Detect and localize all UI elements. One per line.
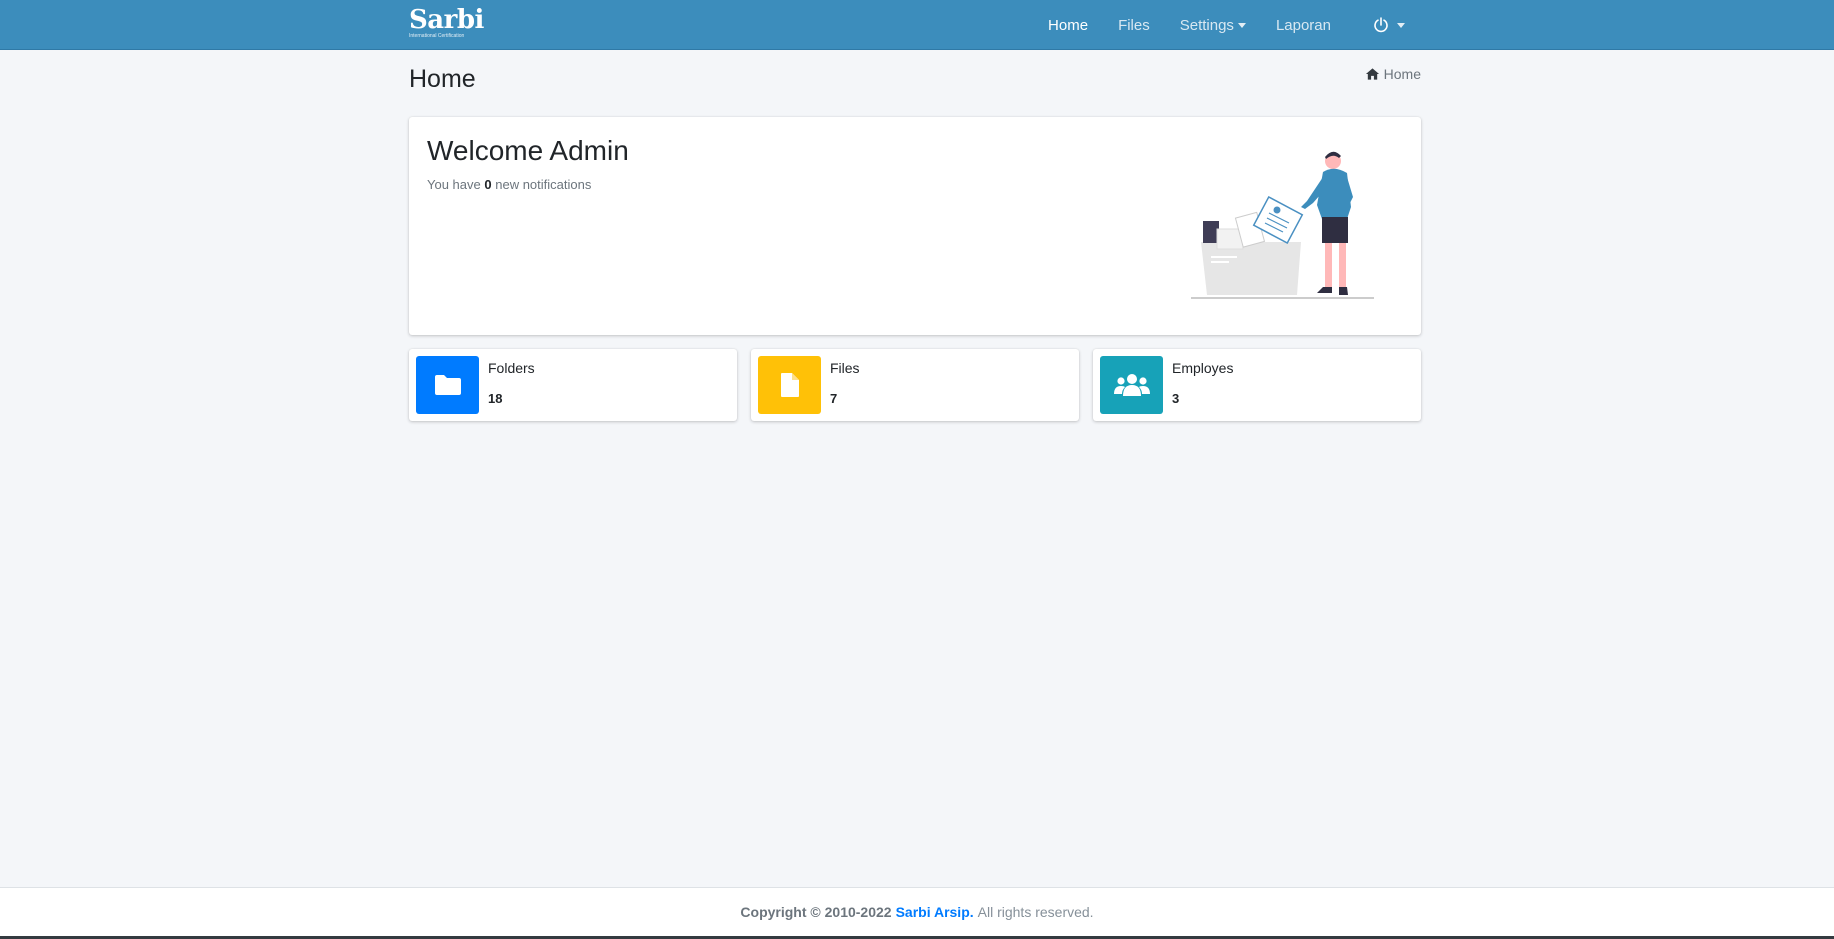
folder-icon (434, 375, 461, 395)
stat-label: Folders (488, 360, 535, 376)
power-icon (1374, 17, 1388, 33)
footer: Copyright © 2010-2022 Sarbi Arsip. All r… (0, 887, 1834, 936)
notification-count: 0 (484, 177, 492, 192)
stat-value: 7 (830, 391, 838, 406)
brand-name: Sarbi (409, 5, 484, 35)
stat-label: Employes (1172, 360, 1234, 376)
users-icon (1113, 374, 1150, 396)
home-icon (1365, 68, 1379, 80)
notification-prefix: You have (427, 177, 481, 192)
users-icon-box (1100, 356, 1163, 414)
files-illustration (1191, 151, 1374, 299)
page-title: Home (409, 65, 476, 93)
stat-card-files[interactable]: Files 7 (751, 349, 1079, 421)
user-power-menu[interactable] (1346, 0, 1421, 50)
chevron-down-icon (1237, 22, 1246, 28)
footer-link[interactable]: Sarbi Arsip. (896, 904, 974, 920)
notification-suffix: new notifications (495, 177, 592, 192)
folder-icon-box (416, 356, 479, 414)
nav-item-laporan[interactable]: Laporan (1261, 0, 1346, 50)
main-nav: Home Files Settings Laporan (1033, 0, 1421, 50)
nav-laporan-label: Laporan (1275, 16, 1331, 34)
footer-rights: All rights reserved. (977, 904, 1094, 920)
top-navbar: Sarbi International Certification Home F… (0, 0, 1834, 50)
nav-files-label: Files (1118, 16, 1150, 34)
nav-item-home[interactable]: Home (1033, 0, 1103, 50)
breadcrumb: Home (1365, 66, 1421, 82)
breadcrumb-home[interactable]: Home (1384, 66, 1421, 82)
nav-home-label: Home (1048, 16, 1089, 34)
brand-logo[interactable]: Sarbi International Certification (409, 5, 484, 43)
notification-text: You have 0 new notifications (427, 177, 591, 192)
nav-item-files[interactable]: Files (1103, 0, 1165, 50)
nav-item-settings[interactable]: Settings (1165, 0, 1261, 50)
brand-tagline: International Certification (409, 33, 465, 39)
welcome-heading: Welcome Admin (427, 135, 629, 166)
file-icon (780, 373, 799, 397)
nav-settings-label: Settings (1179, 16, 1234, 34)
stat-value: 3 (1172, 391, 1180, 406)
stat-label: Files (830, 360, 860, 376)
welcome-card: Welcome Admin You have 0 new notificatio… (409, 117, 1421, 335)
stat-card-employes[interactable]: Employes 3 (1093, 349, 1421, 421)
stat-card-folders[interactable]: Folders 18 (409, 349, 737, 421)
footer-copyright: Copyright © 2010-2022 (740, 904, 892, 920)
file-icon-box (758, 356, 821, 414)
stat-value: 18 (488, 391, 503, 406)
chevron-down-icon (1397, 22, 1405, 28)
